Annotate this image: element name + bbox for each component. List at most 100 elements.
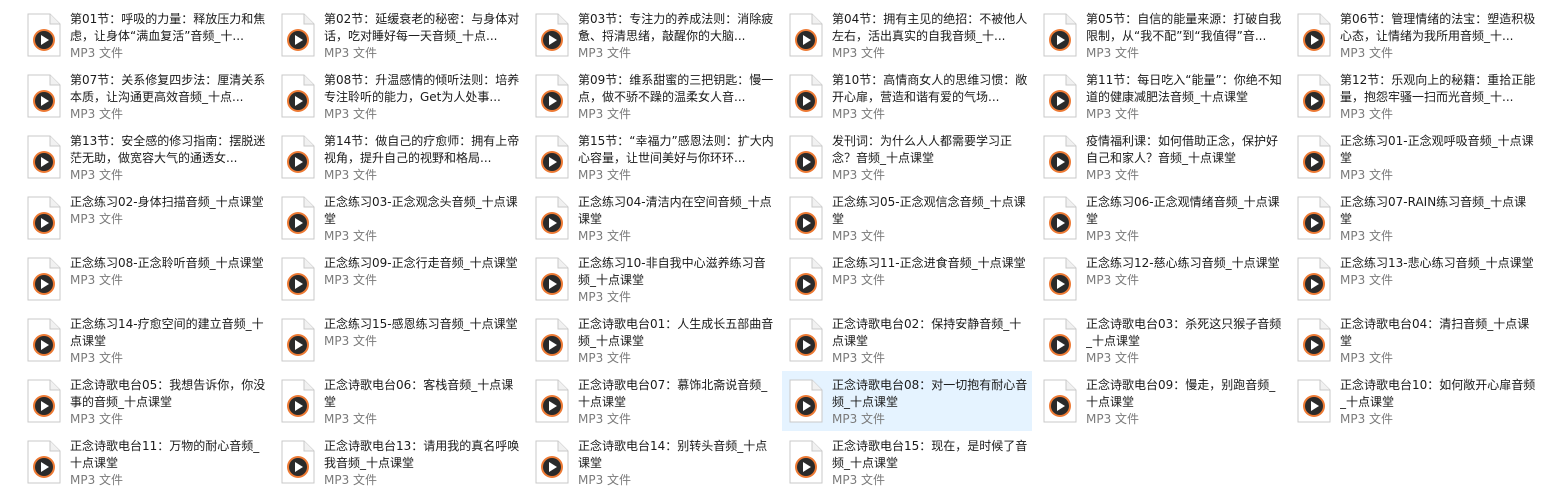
file-item[interactable]: 第11节：每日吃入“能量”：你绝不知道的健康减肥法音频_十点课堂 MP3 文件 — [1036, 66, 1286, 126]
file-name: 正念练习10-非自我中心滋养练习音频_十点课堂 — [578, 256, 766, 287]
mp3-file-icon — [278, 440, 316, 484]
file-type-label: MP3 文件 — [324, 334, 378, 348]
mp3-file-icon — [1040, 257, 1078, 301]
file-name: 第12节：乐观向上的秘籍：重拾正能量，抱怨牢骚一扫而光音频_十... — [1340, 73, 1536, 104]
file-item[interactable]: 正念诗歌电台10：如何敞开心扉音频_十点课堂 MP3 文件 — [1290, 371, 1540, 431]
file-name: 第06节：管理情绪的法宝：塑造积极心态，让情绪为我所用音频_十... — [1340, 12, 1536, 43]
file-name: 正念诗歌电台01：人生成长五部曲音频_十点课堂 — [578, 317, 774, 348]
file-item[interactable]: 正念诗歌电台04：清扫音频_十点课堂 MP3 文件 — [1290, 310, 1540, 370]
file-item[interactable]: 正念练习12-慈心练习音频_十点课堂 MP3 文件 — [1036, 249, 1286, 309]
file-type-label: MP3 文件 — [70, 351, 124, 365]
file-item[interactable]: 正念诗歌电台03：杀死这只猴子音频_十点课堂 MP3 文件 — [1036, 310, 1286, 370]
mp3-file-icon — [24, 318, 62, 362]
file-type-label: MP3 文件 — [832, 46, 886, 60]
file-item[interactable]: 正念练习09-正念行走音频_十点课堂 MP3 文件 — [274, 249, 524, 309]
file-item[interactable]: 正念练习03-正念观念头音频_十点课堂 MP3 文件 — [274, 188, 524, 248]
file-type-label: MP3 文件 — [578, 473, 632, 487]
file-item[interactable]: 正念诗歌电台08：对一切抱有耐心音频_十点课堂 MP3 文件 — [782, 371, 1032, 431]
file-type-label: MP3 文件 — [70, 107, 124, 121]
file-type-label: MP3 文件 — [578, 290, 632, 304]
file-item[interactable]: 正念诗歌电台09：慢走，别跑音频_十点课堂 MP3 文件 — [1036, 371, 1286, 431]
mp3-file-icon — [786, 318, 824, 362]
mp3-file-icon — [1040, 74, 1078, 118]
file-type-label: MP3 文件 — [832, 229, 886, 243]
file-item[interactable]: 正念诗歌电台01：人生成长五部曲音频_十点课堂 MP3 文件 — [528, 310, 778, 370]
file-item[interactable]: 第15节：“幸福力”感恩法则：扩大内心容量，让世间美好与你环环... MP3 文… — [528, 127, 778, 187]
file-item[interactable]: 正念诗歌电台15：现在，是时候了音频_十点课堂 MP3 文件 — [782, 432, 1032, 492]
file-item[interactable]: 发刊词：为什么人人都需要学习正念？音频_十点课堂 MP3 文件 — [782, 127, 1032, 187]
file-type-label: MP3 文件 — [1340, 229, 1394, 243]
file-item[interactable]: 第05节：自信的能量来源：打破自我限制，从“我不配”到“我值得”音... MP3… — [1036, 5, 1286, 65]
file-item[interactable]: 正念练习05-正念观信念音频_十点课堂 MP3 文件 — [782, 188, 1032, 248]
mp3-file-icon — [24, 379, 62, 423]
mp3-file-icon — [24, 257, 62, 301]
file-type-label: MP3 文件 — [324, 273, 378, 287]
file-type-label: MP3 文件 — [832, 351, 886, 365]
file-item[interactable]: 正念练习08-正念聆听音频_十点课堂 MP3 文件 — [20, 249, 270, 309]
file-grid: 第01节：呼吸的力量：释放压力和焦虑，让身体“满血复活”音频_十... MP3 … — [0, 0, 1547, 498]
mp3-file-icon — [1294, 196, 1332, 240]
file-item[interactable]: 正念练习07-RAIN练习音频_十点课堂 MP3 文件 — [1290, 188, 1540, 248]
file-item[interactable]: 第01节：呼吸的力量：释放压力和焦虑，让身体“满血复活”音频_十... MP3 … — [20, 5, 270, 65]
file-item[interactable]: 第09节：维系甜蜜的三把钥匙：慢一点，做不骄不躁的温柔女人音... MP3 文件 — [528, 66, 778, 126]
file-item[interactable]: 正念诗歌电台05：我想告诉你，你没事的音频_十点课堂 MP3 文件 — [20, 371, 270, 431]
mp3-file-icon — [786, 196, 824, 240]
file-item[interactable]: 正念练习06-正念观情绪音频_十点课堂 MP3 文件 — [1036, 188, 1286, 248]
file-item[interactable]: 第10节：高情商女人的思维习惯：敞开心扉，营造和谐有爱的气场... MP3 文件 — [782, 66, 1032, 126]
file-type-label: MP3 文件 — [832, 107, 886, 121]
file-name: 正念诗歌电台03：杀死这只猴子音频_十点课堂 — [1086, 317, 1282, 348]
file-item[interactable]: 疫情福利课：如何借助正念，保护好自己和家人？音频_十点课堂 MP3 文件 — [1036, 127, 1286, 187]
file-item[interactable]: 正念练习11-正念进食音频_十点课堂 MP3 文件 — [782, 249, 1032, 309]
file-name: 正念练习13-悲心练习音频_十点课堂 — [1340, 256, 1534, 270]
mp3-file-icon — [532, 13, 570, 57]
file-item[interactable]: 正念练习01-正念观呼吸音频_十点课堂 MP3 文件 — [1290, 127, 1540, 187]
file-type-label: MP3 文件 — [1086, 273, 1140, 287]
file-name: 正念练习08-正念聆听音频_十点课堂 — [70, 256, 264, 270]
file-name: 第04节：拥有主见的绝招：不被他人左右，活出真实的自我音频_十... — [832, 12, 1028, 43]
file-item[interactable]: 第02节：延缓衰老的秘密：与身体对话，吃对睡好每一天音频_十点... MP3 文… — [274, 5, 524, 65]
file-type-label: MP3 文件 — [1340, 273, 1394, 287]
file-item[interactable]: 正念练习04-清洁内在空间音频_十点课堂 MP3 文件 — [528, 188, 778, 248]
file-item[interactable]: 第06节：管理情绪的法宝：塑造积极心态，让情绪为我所用音频_十... MP3 文… — [1290, 5, 1540, 65]
file-item[interactable]: 第14节：做自己的疗愈师：拥有上帝视角，提升自己的视野和格局... MP3 文件 — [274, 127, 524, 187]
file-item[interactable]: 第08节：升温感情的倾听法则：培养专注聆听的能力，Get为人处事... MP3 … — [274, 66, 524, 126]
file-type-label: MP3 文件 — [1086, 168, 1140, 182]
file-item[interactable]: 正念练习02-身体扫描音频_十点课堂 MP3 文件 — [20, 188, 270, 248]
mp3-file-icon — [532, 135, 570, 179]
file-item[interactable]: 正念练习14-疗愈空间的建立音频_十点课堂 MP3 文件 — [20, 310, 270, 370]
file-type-label: MP3 文件 — [832, 473, 886, 487]
file-item[interactable]: 正念练习10-非自我中心滋养练习音频_十点课堂 MP3 文件 — [528, 249, 778, 309]
file-item[interactable]: 第12节：乐观向上的秘籍：重拾正能量，抱怨牢骚一扫而光音频_十... MP3 文… — [1290, 66, 1540, 126]
mp3-file-icon — [786, 13, 824, 57]
file-type-label: MP3 文件 — [70, 273, 124, 287]
file-type-label: MP3 文件 — [70, 168, 124, 182]
file-item[interactable]: 正念诗歌电台11：万物的耐心音频_十点课堂 MP3 文件 — [20, 432, 270, 492]
file-item[interactable]: 第13节：安全感的修习指南：摆脱迷茫无助，做宽容大气的通透女... MP3 文件 — [20, 127, 270, 187]
file-item[interactable]: 第03节：专注力的养成法则：消除疲惫、捋清思绪，敲醒你的大脑... MP3 文件 — [528, 5, 778, 65]
file-item[interactable]: 第07节：关系修复四步法：厘清关系本质，让沟通更高效音频_十点... MP3 文… — [20, 66, 270, 126]
file-type-label: MP3 文件 — [578, 46, 632, 60]
file-name: 第05节：自信的能量来源：打破自我限制，从“我不配”到“我值得”音... — [1086, 12, 1282, 43]
file-name: 正念练习04-清洁内在空间音频_十点课堂 — [578, 195, 772, 226]
mp3-file-icon — [1040, 318, 1078, 362]
file-item[interactable]: 正念诗歌电台07：慕饰北斋说音频_十点课堂 MP3 文件 — [528, 371, 778, 431]
file-item[interactable]: 第04节：拥有主见的绝招：不被他人左右，活出真实的自我音频_十... MP3 文… — [782, 5, 1032, 65]
file-type-label: MP3 文件 — [1086, 46, 1140, 60]
mp3-file-icon — [786, 135, 824, 179]
file-name: 正念练习02-身体扫描音频_十点课堂 — [70, 195, 264, 209]
file-type-label: MP3 文件 — [70, 412, 124, 426]
file-item[interactable]: 正念练习15-感恩练习音频_十点课堂 MP3 文件 — [274, 310, 524, 370]
file-item[interactable]: 正念诗歌电台02：保持安静音频_十点课堂 MP3 文件 — [782, 310, 1032, 370]
file-item[interactable]: 正念练习13-悲心练习音频_十点课堂 MP3 文件 — [1290, 249, 1540, 309]
mp3-file-icon — [1294, 379, 1332, 423]
file-type-label: MP3 文件 — [1086, 107, 1140, 121]
file-type-label: MP3 文件 — [578, 229, 632, 243]
file-item[interactable]: 正念诗歌电台13：请用我的真名呼唤我音频_十点课堂 MP3 文件 — [274, 432, 524, 492]
file-type-label: MP3 文件 — [324, 229, 378, 243]
file-item[interactable]: 正念诗歌电台14：别转头音频_十点课堂 MP3 文件 — [528, 432, 778, 492]
mp3-file-icon — [278, 379, 316, 423]
file-type-label: MP3 文件 — [70, 473, 124, 487]
mp3-file-icon — [24, 440, 62, 484]
file-item[interactable]: 正念诗歌电台06：客栈音频_十点课堂 MP3 文件 — [274, 371, 524, 431]
mp3-file-icon — [532, 196, 570, 240]
